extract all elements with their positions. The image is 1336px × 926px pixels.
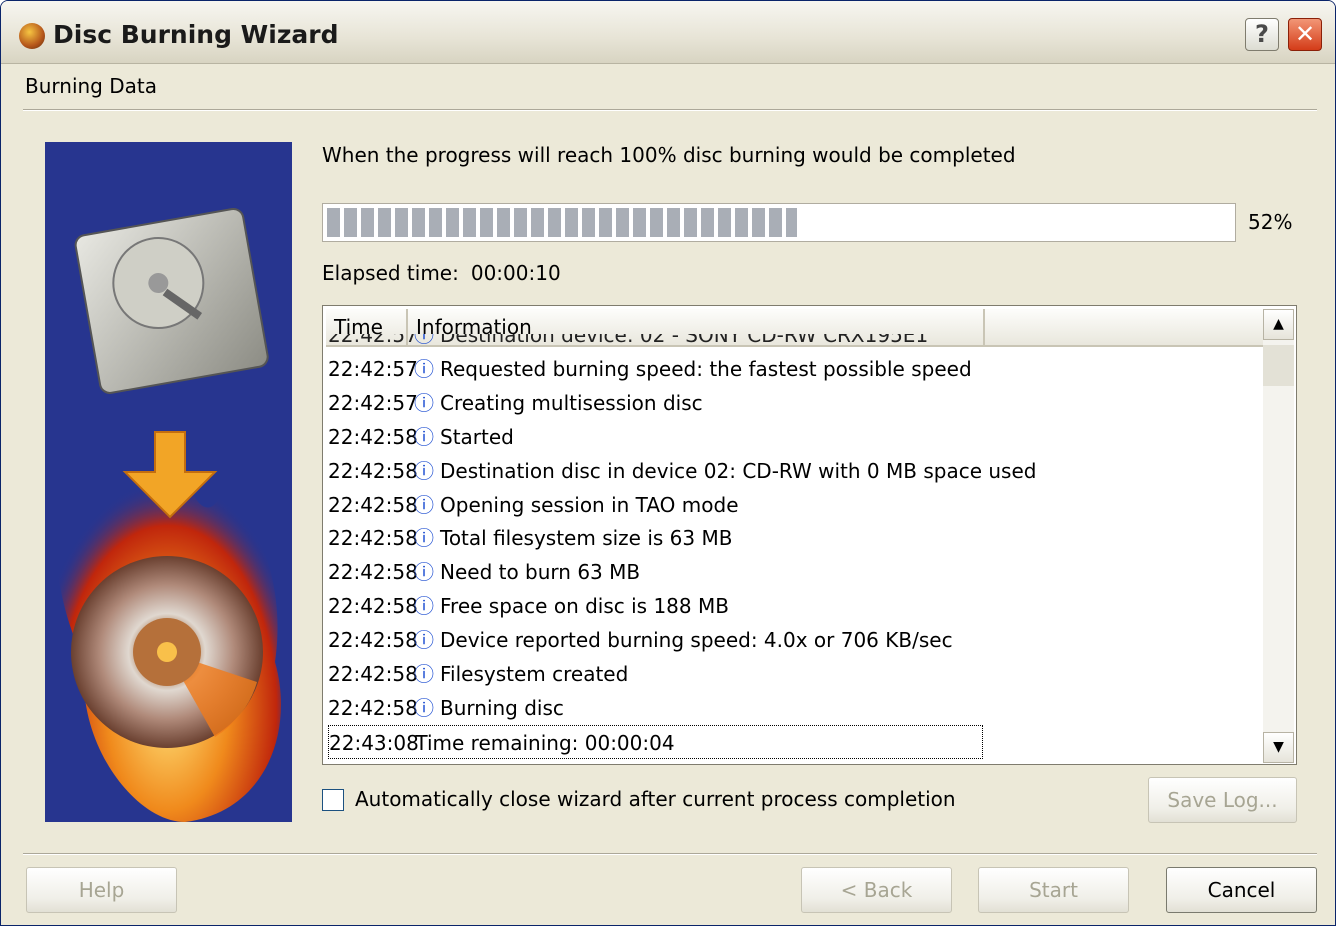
- scroll-up-arrow-icon[interactable]: ▲: [1263, 309, 1294, 340]
- app-icon: [19, 23, 45, 49]
- log-time: 22:42:58: [328, 526, 418, 551]
- info-icon: ⓘ: [414, 492, 434, 517]
- log-time: 22:42:58: [328, 628, 418, 653]
- info-icon: ⓘ: [414, 390, 434, 415]
- info-icon: ⓘ: [414, 526, 434, 551]
- log-row[interactable]: 22:42:58ⓘ Filesystem created: [328, 657, 1263, 691]
- info-icon: ⓘ: [414, 357, 434, 381]
- elapsed-time: Elapsed time: 00:00:10: [322, 261, 561, 285]
- log-row[interactable]: 22:42:58ⓘ Free space on disc is 188 MB: [328, 589, 1263, 623]
- cancel-button[interactable]: Cancel: [1166, 867, 1317, 913]
- info-icon: ⓘ: [414, 594, 434, 619]
- log-info: Total filesystem size is 63 MB: [440, 526, 733, 551]
- log-time: 22:42:58: [328, 424, 418, 449]
- scroll-down-arrow-icon[interactable]: ▼: [1263, 732, 1294, 763]
- log-info: Device reported burning speed: 4.0x or 7…: [440, 628, 953, 653]
- help-title-button[interactable]: ?: [1245, 18, 1279, 51]
- log-info: Burning disc: [440, 695, 564, 720]
- wizard-window: Disc Burning Wizard ? ✕ Burning Data Whe…: [0, 0, 1336, 926]
- log-info: Started: [440, 424, 514, 449]
- info-icon: ⓘ: [414, 628, 434, 653]
- burn-progress-bar: [322, 203, 1236, 242]
- progress-fill: [327, 208, 797, 237]
- log-info: Time remaining: 00:00:04: [415, 730, 675, 755]
- start-button[interactable]: Start: [978, 867, 1129, 913]
- log-time: 22:42:58: [328, 695, 418, 720]
- auto-close-checkbox[interactable]: [322, 789, 344, 811]
- log-row-selected[interactable]: 22:43:08 Time remaining: 00:00:04: [328, 724, 983, 759]
- info-icon: ⓘ: [414, 560, 434, 585]
- log-row[interactable]: 22:42:58ⓘ Destination disc in device 02: …: [328, 454, 1263, 488]
- log-time: 22:42:58: [328, 662, 418, 687]
- log-row[interactable]: 22:42:57ⓘ Creating multisession disc: [328, 386, 1263, 420]
- log-time: 22:42:58: [328, 560, 418, 585]
- elapsed-label: Elapsed time:: [322, 261, 459, 285]
- progress-percent: 52%: [1248, 210, 1293, 234]
- log-time: 22:42:58: [328, 492, 418, 517]
- wizard-side-image: [45, 142, 292, 822]
- help-button[interactable]: Help: [26, 867, 177, 913]
- log-list[interactable]: Time Information 22:42:57ⓘ Destination de…: [322, 305, 1297, 765]
- log-time: 22:42:57: [328, 357, 418, 381]
- log-info: Requested burning speed: the fastest pos…: [440, 357, 972, 381]
- log-time: 22:42:57: [328, 390, 418, 415]
- log-row[interactable]: 22:42:58ⓘ Burning disc: [328, 691, 1263, 725]
- log-row[interactable]: 22:42:58ⓘ Total filesystem size is 63 MB: [328, 521, 1263, 555]
- log-rows: 22:42:57ⓘ Destination device: 02 - SONY C…: [328, 334, 1263, 762]
- header-divider: [23, 109, 1317, 111]
- log-info: Destination disc in device 02: CD-RW wit…: [440, 458, 1037, 483]
- log-info: Creating multisession disc: [440, 390, 703, 415]
- log-time: 22:42:58: [328, 458, 418, 483]
- info-icon: ⓘ: [414, 424, 434, 449]
- log-row[interactable]: 22:42:58ⓘ Opening session in TAO mode: [328, 488, 1263, 522]
- log-scrollbar[interactable]: ▲ ▼: [1263, 309, 1294, 763]
- back-button[interactable]: < Back: [801, 867, 952, 913]
- log-row[interactable]: 22:42:57ⓘ Requested burning speed: the fa…: [328, 352, 1263, 386]
- log-row[interactable]: 22:42:58ⓘ Device reported burning speed: …: [328, 623, 1263, 657]
- close-button[interactable]: ✕: [1288, 18, 1322, 51]
- title-bar[interactable]: Disc Burning Wizard ? ✕: [1, 1, 1335, 64]
- save-log-button[interactable]: Save Log...: [1148, 777, 1297, 823]
- log-row[interactable]: 22:42:58ⓘ Need to burn 63 MB: [328, 555, 1263, 589]
- info-icon: ⓘ: [414, 695, 434, 720]
- log-row[interactable]: 22:42:58ⓘ Started: [328, 420, 1263, 454]
- progress-message: When the progress will reach 100% disc b…: [322, 143, 1016, 167]
- log-time: 22:43:08: [329, 730, 419, 755]
- log-info: Free space on disc is 188 MB: [440, 594, 729, 619]
- footer-divider: [23, 853, 1317, 855]
- log-info: Filesystem created: [440, 662, 629, 687]
- info-icon: ⓘ: [414, 458, 434, 483]
- log-time: 22:42:58: [328, 594, 418, 619]
- elapsed-value: 00:00:10: [470, 261, 561, 285]
- scroll-thumb[interactable]: [1263, 345, 1294, 386]
- log-row-partial[interactable]: 22:42:57ⓘ Destination device: 02 - SONY C…: [328, 334, 1263, 352]
- log-info: Opening session in TAO mode: [440, 492, 739, 517]
- page-subtitle: Burning Data: [25, 74, 157, 98]
- log-info: Need to burn 63 MB: [440, 560, 641, 585]
- info-icon: ⓘ: [414, 662, 434, 687]
- window-title: Disc Burning Wizard: [53, 20, 339, 49]
- auto-close-label[interactable]: Automatically close wizard after current…: [355, 787, 956, 811]
